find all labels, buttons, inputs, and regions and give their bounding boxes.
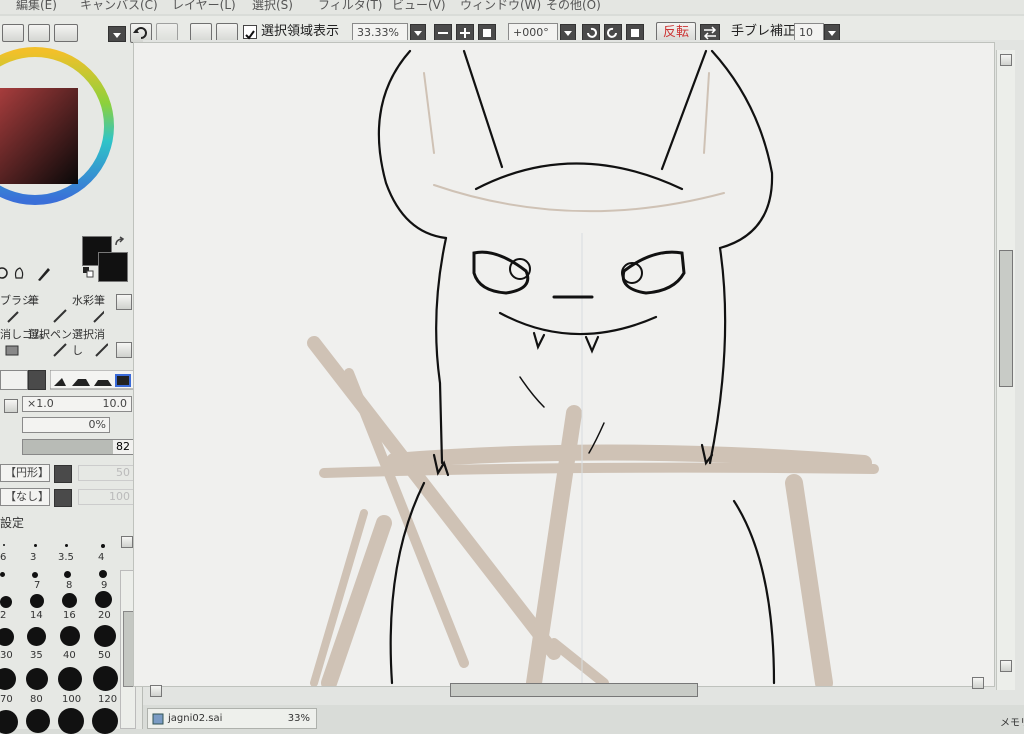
tool-scroll-up-button[interactable]	[116, 294, 132, 310]
brush-shape-dropdown[interactable]	[54, 465, 72, 483]
brush-size-field[interactable]: ×1.0 10.0	[22, 396, 132, 412]
menu-select[interactable]: 選択(S)	[252, 0, 293, 13]
size-label[interactable]: 50	[98, 650, 111, 661]
size-label[interactable]: 3.5	[58, 552, 74, 563]
scroll-up-button[interactable]	[1000, 54, 1012, 66]
swap-colors-icon[interactable]	[114, 236, 128, 248]
horizontal-scroll-thumb[interactable]	[450, 683, 698, 697]
size-label[interactable]: 16	[63, 610, 76, 621]
tool-selpen-label[interactable]: 選択ペン	[28, 326, 72, 342]
tool-grid: ブラシ 筆 水彩筆 消しゴム 選択ペン 選択消し	[0, 290, 108, 360]
tool-scroll-down-button[interactable]	[116, 342, 132, 358]
document-tab[interactable]: jagni02.sai 33%	[147, 708, 317, 729]
size-label[interactable]: 70	[0, 694, 13, 705]
vertical-scroll-thumb[interactable]	[999, 250, 1013, 387]
document-zoom: 33%	[287, 713, 310, 724]
menu-canvas[interactable]: キャンバス(C)	[80, 0, 158, 13]
size-value: 10.0	[102, 397, 128, 410]
document-icon	[152, 713, 164, 725]
color-wheel[interactable]	[0, 44, 120, 224]
artwork	[307, 49, 879, 686]
scroll-right-button[interactable]	[972, 677, 984, 689]
menu-filter[interactable]: フィルタ(T)	[318, 0, 382, 13]
menu-layer[interactable]: レイヤー(L)	[172, 0, 236, 13]
blend-mode-dropdown[interactable]	[28, 370, 46, 390]
density-slider[interactable]: 82	[22, 439, 134, 455]
horizontal-scrollbar[interactable]	[150, 677, 1000, 699]
size-palette-up-button[interactable]	[121, 536, 133, 548]
size-multiplier: ×1.0	[27, 397, 54, 410]
vertical-scrollbar[interactable]	[996, 50, 1015, 690]
brush-texture-dropdown[interactable]	[54, 489, 72, 507]
grid-layout-icon[interactable]	[28, 24, 50, 42]
view-tool-icons	[0, 267, 50, 281]
toolbar-menu-dropdown[interactable]	[108, 26, 126, 42]
min-size-field[interactable]: 0%	[22, 417, 110, 433]
size-label[interactable]: 2	[0, 610, 6, 621]
stabilizer-label: 手ブレ補正	[731, 24, 797, 39]
size-label[interactable]: 9	[101, 580, 107, 591]
show-selection-label: 選択領域表示	[261, 24, 340, 39]
size-label[interactable]: 35	[30, 650, 43, 661]
size-label[interactable]: 6	[0, 552, 6, 563]
size-label[interactable]: 14	[30, 610, 43, 621]
document-name: jagni02.sai	[168, 713, 223, 724]
size-label[interactable]: 30	[0, 650, 13, 661]
brush-texture-strength: 100	[78, 489, 134, 505]
menu-window[interactable]: ウィンドウ(W)	[460, 0, 541, 13]
memory-label: メモリ	[1000, 718, 1024, 729]
blend-mode-field[interactable]	[0, 370, 28, 390]
brush-shape-strength: 50	[78, 465, 134, 481]
brush-shape-presets[interactable]	[50, 370, 138, 390]
brush-size-palette: 6 3 3.5 4 7 8 9 2 14 16 20 30 35 40 50 7…	[0, 534, 118, 734]
tool-watercolor-label[interactable]: 水彩筆	[72, 292, 105, 308]
brush-texture-field[interactable]: 【なし】	[0, 488, 50, 506]
tool-panel: ブラシ 筆 水彩筆 消しゴム 選択ペン 選択消し ×1.0 10.0 0% 82…	[0, 47, 143, 734]
menu-view[interactable]: ビュー(V)	[392, 0, 446, 13]
size-label[interactable]: 4	[98, 552, 104, 563]
scroll-left-button[interactable]	[150, 685, 162, 697]
tool-row2-icons	[5, 343, 108, 357]
size-label[interactable]: 8	[66, 580, 72, 591]
scroll-down-button[interactable]	[1000, 660, 1012, 672]
navigator-icon[interactable]	[54, 24, 78, 42]
reset-colors-icon[interactable]	[82, 266, 94, 278]
menu-other[interactable]: その他(O)	[546, 0, 601, 13]
size-label[interactable]: 20	[98, 610, 111, 621]
size-mode-button[interactable]	[4, 399, 18, 413]
menu-edit[interactable]: 編集(E)	[16, 0, 57, 13]
size-label[interactable]: 100	[62, 694, 81, 705]
show-selection-checkbox[interactable]	[243, 25, 257, 40]
size-label[interactable]: 3	[30, 552, 36, 563]
detail-settings-label[interactable]: 設定	[0, 514, 24, 531]
size-label[interactable]: 7	[34, 580, 40, 591]
brush-shape-field[interactable]: 【円形】	[0, 464, 50, 482]
menu-bar: 編集(E) キャンバス(C) レイヤー(L) 選択(S) フィルタ(T) ビュー…	[0, 0, 1024, 14]
panel-layout-icon[interactable]	[2, 24, 24, 42]
tool-row1-icons	[7, 309, 104, 323]
tool-fude-label[interactable]: 筆	[28, 292, 39, 308]
size-label[interactable]: 80	[30, 694, 43, 705]
secondary-color-swatch[interactable]	[98, 252, 128, 282]
drawing-canvas[interactable]	[133, 42, 995, 687]
size-label[interactable]: 120	[98, 694, 117, 705]
size-label[interactable]: 40	[63, 650, 76, 661]
